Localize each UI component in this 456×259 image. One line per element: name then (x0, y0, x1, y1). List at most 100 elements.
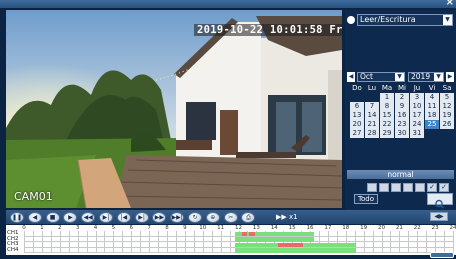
calendar-day-selected[interactable]: 25 (425, 120, 439, 129)
calendar-empty (365, 93, 379, 102)
year-dropdown[interactable]: 2019 ▼ (408, 72, 444, 82)
mode-radio[interactable] (347, 16, 355, 24)
alarm-recording-segment[interactable] (277, 242, 303, 247)
frame-back-button[interactable]: |◀ (116, 212, 131, 223)
weekday-label: Ma (381, 84, 393, 92)
mode-dropdown[interactable]: Leer/Escritura ▼ (357, 14, 453, 26)
next-month-button[interactable]: ▶ (446, 72, 454, 82)
timeline-track[interactable] (24, 231, 454, 253)
calendar-day[interactable]: 27 (350, 129, 364, 138)
calendar-day[interactable]: 2 (395, 93, 409, 102)
calendar-day[interactable]: 1 (380, 93, 394, 102)
backup-button[interactable]: ⎙ (241, 212, 256, 223)
weekday-label: Lu (367, 84, 377, 92)
calendar-empty (425, 129, 439, 138)
calendar-empty (350, 93, 364, 102)
pause-icon: ❚❚ (11, 214, 23, 221)
calendar-day[interactable]: 7 (365, 102, 379, 111)
next-button[interactable]: ▶▶| (170, 212, 185, 223)
calendar-day[interactable]: 19 (440, 111, 454, 120)
expand-button[interactable]: ◀▶ (430, 212, 448, 221)
timeline-zoom-button[interactable] (430, 252, 454, 258)
channel-checkbox[interactable] (367, 183, 377, 192)
prev-icon: ◀ (32, 214, 38, 221)
frame-fwd-button[interactable]: ▶| (134, 212, 149, 223)
channel-select-row: ✓ ✓ (367, 183, 451, 192)
month-dropdown[interactable]: Oct ▼ (357, 72, 405, 82)
calendar-day[interactable]: 24 (410, 120, 424, 129)
channel-checkbox[interactable]: ✓ (427, 183, 437, 192)
calendar-day[interactable]: 13 (350, 111, 364, 120)
clip-button[interactable]: ✂ (223, 212, 238, 223)
calendar-week: 13 14 15 16 17 18 19 (350, 111, 455, 120)
calendar-day[interactable]: 11 (425, 102, 439, 111)
frame-fwd-icon: ▶| (138, 214, 145, 221)
calendar-day[interactable]: 9 (395, 102, 409, 111)
stop-button[interactable]: ■ (45, 212, 60, 223)
calendar-day[interactable]: 29 (380, 129, 394, 138)
weekday-label: Vi (428, 84, 436, 92)
calendar-day[interactable]: 5 (440, 93, 454, 102)
search-button[interactable] (427, 193, 453, 209)
play-icon: ▶ (68, 214, 73, 221)
speed-value: x1 (289, 213, 298, 221)
calendar-day[interactable]: 14 (365, 111, 379, 120)
playback-window: × 2019-10-22 10:01:58 Fri CAM01 Leer/Esc… (0, 0, 456, 259)
calendar-day[interactable]: 4 (425, 93, 439, 102)
calendar-day[interactable]: 30 (395, 129, 409, 138)
calendar-day[interactable]: 8 (380, 102, 394, 111)
calendar-day[interactable]: 12 (440, 102, 454, 111)
calendar-day[interactable]: 10 (410, 102, 424, 111)
calendar-day[interactable]: 17 (410, 111, 424, 120)
alarm-recording-segment[interactable] (249, 231, 255, 236)
calendar-day[interactable]: 23 (395, 120, 409, 129)
weekday-header: Do Lu Ma Mi Ju Vi Sa (350, 84, 455, 93)
calendar-day[interactable]: 16 (395, 111, 409, 120)
timeline[interactable]: 0 1 2 3 4 5 6 7 8 9 10 11 12 13 14 15 16 17 18 19 20 21 22 23 24… (6, 225, 456, 255)
camera-name-label: CAM01 (14, 190, 53, 203)
calendar-day[interactable]: 18 (425, 111, 439, 120)
recording-segment[interactable] (234, 237, 314, 242)
recording-segment[interactable] (234, 248, 357, 253)
playback-toolbar: ▶▶ x1 ◀▶ ❚❚ ◀ ■ ▶ ◀◀ ▶| |◀ ▶| ▶▶ ▶▶| ↻ ⊕ ✂ ⎙ (6, 210, 456, 224)
channel-checkbox[interactable] (391, 183, 401, 192)
chevron-down-icon: ▼ (395, 73, 404, 81)
calendar-day[interactable]: 3 (410, 93, 424, 102)
title-bar: × (0, 0, 456, 8)
loop-button[interactable]: ↻ (188, 212, 202, 223)
close-icon[interactable]: × (446, 0, 454, 8)
calendar-week: 6 7 8 9 10 11 12 (350, 102, 455, 111)
select-all-button[interactable]: Todo (354, 194, 378, 204)
search-icon (435, 199, 444, 209)
calendar-day[interactable]: 28 (365, 129, 379, 138)
slow-button[interactable]: ▶| (99, 212, 113, 223)
channel-checkbox[interactable] (403, 183, 413, 192)
calendar-day[interactable]: 21 (365, 120, 379, 129)
pause-button[interactable]: ❚❚ (10, 212, 24, 223)
alarm-recording-segment[interactable] (242, 231, 248, 236)
rewind-button[interactable]: ◀◀ (81, 212, 96, 223)
record-type-bar[interactable]: normal (347, 170, 454, 179)
calendar-day[interactable]: 6 (350, 102, 364, 111)
zoom-button[interactable]: ⊕ (205, 212, 220, 223)
fast-button[interactable]: ▶▶ (152, 212, 167, 223)
grid-line (453, 231, 454, 253)
channel-checkbox[interactable] (415, 183, 425, 192)
calendar-week: 27 28 29 30 31 (350, 129, 455, 138)
prev-month-button[interactable]: ◀ (347, 72, 355, 82)
next-icon: ▶▶| (171, 214, 183, 221)
play-button[interactable]: ▶ (63, 212, 78, 223)
calendar-day[interactable]: 22 (380, 120, 394, 129)
month-value: Oct (360, 72, 373, 81)
channel-name: CH4 (7, 246, 19, 253)
calendar-day[interactable]: 15 (380, 111, 394, 120)
channel-checkbox[interactable] (379, 183, 389, 192)
chevron-down-icon: ▼ (443, 15, 452, 25)
calendar-day[interactable]: 20 (350, 120, 364, 129)
rewind-icon: ◀◀ (83, 214, 93, 221)
prev-button[interactable]: ◀ (27, 212, 42, 223)
video-playback-view[interactable]: 2019-10-22 10:01:58 Fri CAM01 (6, 10, 342, 208)
channel-checkbox[interactable]: ✓ (439, 183, 449, 192)
calendar-day[interactable]: 31 (410, 129, 424, 138)
calendar-day[interactable]: 26 (440, 120, 454, 129)
